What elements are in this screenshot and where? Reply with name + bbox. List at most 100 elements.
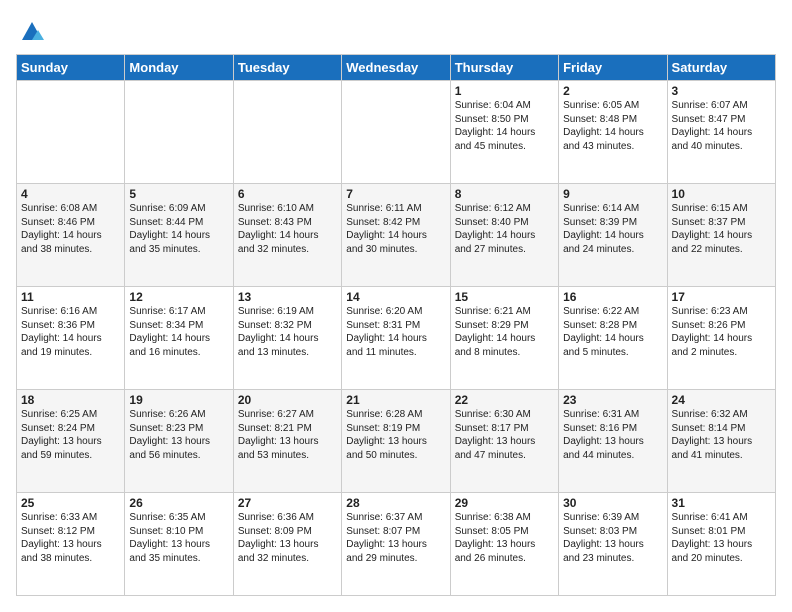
day-info: Sunrise: 6:17 AM Sunset: 8:34 PM Dayligh… <box>129 306 210 358</box>
calendar-day-cell: 12 Sunrise: 6:17 AM Sunset: 8:34 PM Dayli… <box>125 287 233 390</box>
calendar-day-cell: 7 Sunrise: 6:11 AM Sunset: 8:42 PM Daylig… <box>342 184 450 287</box>
day-info: Sunrise: 6:21 AM Sunset: 8:29 PM Dayligh… <box>455 306 536 358</box>
calendar-day-cell: 20 Sunrise: 6:27 AM Sunset: 8:21 PM Dayli… <box>233 390 341 493</box>
weekday-header: Sunday <box>17 55 125 81</box>
day-number: 5 <box>129 187 228 201</box>
day-info: Sunrise: 6:15 AM Sunset: 8:37 PM Dayligh… <box>672 203 753 255</box>
calendar-day-cell: 31 Sunrise: 6:41 AM Sunset: 8:01 PM Dayli… <box>667 493 775 596</box>
calendar-day-cell: 3 Sunrise: 6:07 AM Sunset: 8:47 PM Daylig… <box>667 81 775 184</box>
day-info: Sunrise: 6:37 AM Sunset: 8:07 PM Dayligh… <box>346 512 427 564</box>
day-number: 10 <box>672 187 771 201</box>
calendar-day-cell <box>125 81 233 184</box>
calendar-day-cell: 25 Sunrise: 6:33 AM Sunset: 8:12 PM Dayli… <box>17 493 125 596</box>
day-number: 25 <box>21 496 120 510</box>
calendar-day-cell: 29 Sunrise: 6:38 AM Sunset: 8:05 PM Dayli… <box>450 493 558 596</box>
logo-icon <box>18 16 46 44</box>
day-number: 15 <box>455 290 554 304</box>
day-number: 28 <box>346 496 445 510</box>
day-info: Sunrise: 6:41 AM Sunset: 8:01 PM Dayligh… <box>672 512 753 564</box>
day-info: Sunrise: 6:10 AM Sunset: 8:43 PM Dayligh… <box>238 203 319 255</box>
calendar-day-cell: 9Sunrise: 6:14 AM Sunset: 8:39 PM Daylig… <box>559 184 667 287</box>
calendar-day-cell: 13 Sunrise: 6:19 AM Sunset: 8:32 PM Dayli… <box>233 287 341 390</box>
day-info: Sunrise: 6:04 AM Sunset: 8:50 PM Dayligh… <box>455 100 536 152</box>
day-info: Sunrise: 6:23 AM Sunset: 8:26 PM Dayligh… <box>672 306 753 358</box>
day-info: Sunrise: 6:07 AM Sunset: 8:47 PM Dayligh… <box>672 100 753 152</box>
calendar-header-row: SundayMondayTuesdayWednesdayThursdayFrid… <box>17 55 776 81</box>
header <box>16 16 776 44</box>
day-info: Sunrise: 6:14 AM Sunset: 8:39 PM Dayligh… <box>563 203 644 255</box>
day-info: Sunrise: 6:35 AM Sunset: 8:10 PM Dayligh… <box>129 512 210 564</box>
weekday-header: Friday <box>559 55 667 81</box>
calendar-week-row: 11 Sunrise: 6:16 AM Sunset: 8:36 PM Dayli… <box>17 287 776 390</box>
calendar-day-cell: 16Sunrise: 6:22 AM Sunset: 8:28 PM Dayli… <box>559 287 667 390</box>
page: SundayMondayTuesdayWednesdayThursdayFrid… <box>0 0 792 612</box>
day-info: Sunrise: 6:39 AM Sunset: 8:03 PM Dayligh… <box>563 512 644 564</box>
day-info: Sunrise: 6:05 AM Sunset: 8:48 PM Dayligh… <box>563 100 644 152</box>
day-number: 20 <box>238 393 337 407</box>
day-info: Sunrise: 6:08 AM Sunset: 8:46 PM Dayligh… <box>21 203 102 255</box>
calendar-day-cell: 23 Sunrise: 6:31 AM Sunset: 8:16 PM Dayli… <box>559 390 667 493</box>
day-info: Sunrise: 6:27 AM Sunset: 8:21 PM Dayligh… <box>238 409 319 461</box>
day-number: 27 <box>238 496 337 510</box>
calendar-day-cell: 28 Sunrise: 6:37 AM Sunset: 8:07 PM Dayli… <box>342 493 450 596</box>
day-number: 22 <box>455 393 554 407</box>
day-info: Sunrise: 6:30 AM Sunset: 8:17 PM Dayligh… <box>455 409 536 461</box>
day-info: Sunrise: 6:19 AM Sunset: 8:32 PM Dayligh… <box>238 306 319 358</box>
weekday-header: Saturday <box>667 55 775 81</box>
day-number: 31 <box>672 496 771 510</box>
day-number: 4 <box>21 187 120 201</box>
calendar-table: SundayMondayTuesdayWednesdayThursdayFrid… <box>16 54 776 596</box>
day-number: 29 <box>455 496 554 510</box>
day-info: Sunrise: 6:22 AM Sunset: 8:28 PM Dayligh… <box>563 306 644 358</box>
calendar-day-cell <box>233 81 341 184</box>
calendar-day-cell: 6Sunrise: 6:10 AM Sunset: 8:43 PM Daylig… <box>233 184 341 287</box>
day-number: 26 <box>129 496 228 510</box>
day-info: Sunrise: 6:12 AM Sunset: 8:40 PM Dayligh… <box>455 203 536 255</box>
calendar-day-cell: 21 Sunrise: 6:28 AM Sunset: 8:19 PM Dayli… <box>342 390 450 493</box>
day-number: 11 <box>21 290 120 304</box>
calendar-day-cell: 18 Sunrise: 6:25 AM Sunset: 8:24 PM Dayli… <box>17 390 125 493</box>
weekday-header: Tuesday <box>233 55 341 81</box>
day-info: Sunrise: 6:25 AM Sunset: 8:24 PM Dayligh… <box>21 409 102 461</box>
weekday-header: Monday <box>125 55 233 81</box>
day-info: Sunrise: 6:38 AM Sunset: 8:05 PM Dayligh… <box>455 512 536 564</box>
calendar-day-cell: 2 Sunrise: 6:05 AM Sunset: 8:48 PM Daylig… <box>559 81 667 184</box>
calendar-day-cell: 27 Sunrise: 6:36 AM Sunset: 8:09 PM Dayli… <box>233 493 341 596</box>
day-number: 18 <box>21 393 120 407</box>
day-info: Sunrise: 6:33 AM Sunset: 8:12 PM Dayligh… <box>21 512 102 564</box>
day-info: Sunrise: 6:09 AM Sunset: 8:44 PM Dayligh… <box>129 203 210 255</box>
day-number: 12 <box>129 290 228 304</box>
weekday-header: Thursday <box>450 55 558 81</box>
calendar-day-cell: 4 Sunrise: 6:08 AM Sunset: 8:46 PM Daylig… <box>17 184 125 287</box>
calendar-day-cell <box>17 81 125 184</box>
weekday-header: Wednesday <box>342 55 450 81</box>
calendar-day-cell: 8Sunrise: 6:12 AM Sunset: 8:40 PM Daylig… <box>450 184 558 287</box>
day-number: 1 <box>455 84 554 98</box>
calendar-day-cell: 22 Sunrise: 6:30 AM Sunset: 8:17 PM Dayli… <box>450 390 558 493</box>
day-number: 7 <box>346 187 445 201</box>
calendar-day-cell: 15 Sunrise: 6:21 AM Sunset: 8:29 PM Dayli… <box>450 287 558 390</box>
day-number: 24 <box>672 393 771 407</box>
calendar-day-cell: 30Sunrise: 6:39 AM Sunset: 8:03 PM Dayli… <box>559 493 667 596</box>
day-info: Sunrise: 6:11 AM Sunset: 8:42 PM Dayligh… <box>346 203 427 255</box>
day-number: 2 <box>563 84 662 98</box>
calendar-day-cell: 5 Sunrise: 6:09 AM Sunset: 8:44 PM Daylig… <box>125 184 233 287</box>
calendar-day-cell: 24Sunrise: 6:32 AM Sunset: 8:14 PM Dayli… <box>667 390 775 493</box>
day-number: 3 <box>672 84 771 98</box>
logo <box>16 16 46 44</box>
day-info: Sunrise: 6:36 AM Sunset: 8:09 PM Dayligh… <box>238 512 319 564</box>
calendar-week-row: 1 Sunrise: 6:04 AM Sunset: 8:50 PM Daylig… <box>17 81 776 184</box>
day-info: Sunrise: 6:31 AM Sunset: 8:16 PM Dayligh… <box>563 409 644 461</box>
day-number: 23 <box>563 393 662 407</box>
day-number: 21 <box>346 393 445 407</box>
day-info: Sunrise: 6:20 AM Sunset: 8:31 PM Dayligh… <box>346 306 427 358</box>
day-info: Sunrise: 6:28 AM Sunset: 8:19 PM Dayligh… <box>346 409 427 461</box>
calendar-week-row: 18 Sunrise: 6:25 AM Sunset: 8:24 PM Dayli… <box>17 390 776 493</box>
day-number: 17 <box>672 290 771 304</box>
calendar-day-cell: 10 Sunrise: 6:15 AM Sunset: 8:37 PM Dayli… <box>667 184 775 287</box>
day-info: Sunrise: 6:16 AM Sunset: 8:36 PM Dayligh… <box>21 306 102 358</box>
day-info: Sunrise: 6:26 AM Sunset: 8:23 PM Dayligh… <box>129 409 210 461</box>
calendar-day-cell: 11 Sunrise: 6:16 AM Sunset: 8:36 PM Dayli… <box>17 287 125 390</box>
calendar-week-row: 4 Sunrise: 6:08 AM Sunset: 8:46 PM Daylig… <box>17 184 776 287</box>
day-number: 13 <box>238 290 337 304</box>
